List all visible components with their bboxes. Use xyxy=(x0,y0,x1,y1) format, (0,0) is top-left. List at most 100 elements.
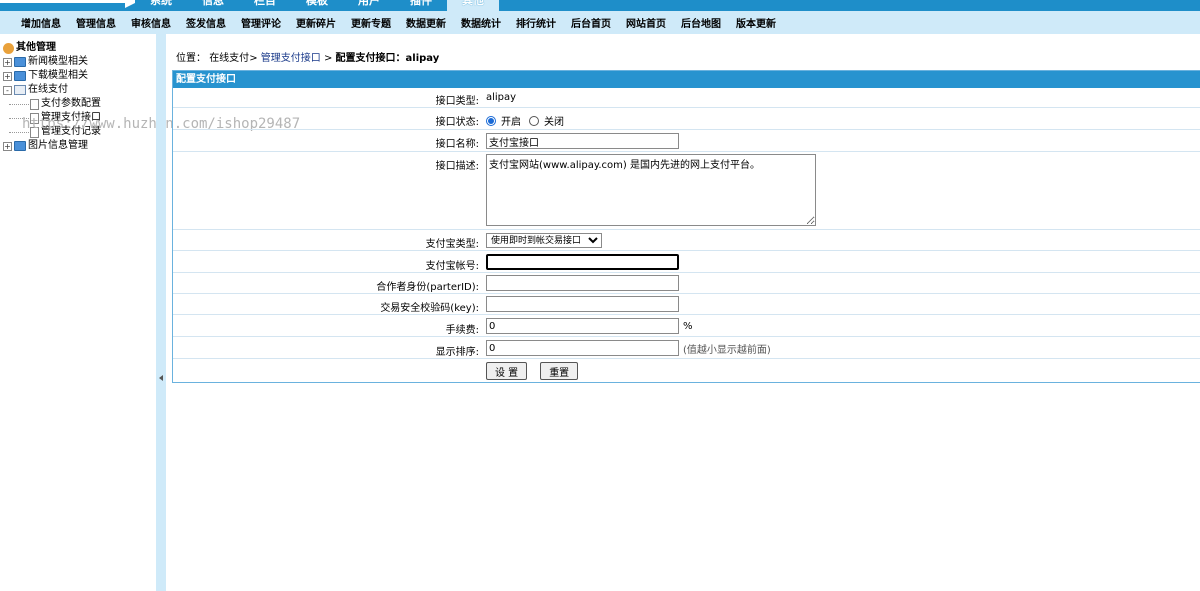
breadcrumb-sep: > xyxy=(323,53,333,64)
breadcrumb-sep: > xyxy=(249,53,258,64)
subnav-manage-comments[interactable]: 管理评论 xyxy=(241,15,281,30)
tree-item-online-payment[interactable]: - 在线支付 xyxy=(3,83,101,97)
breadcrumb-prefix: 位置： xyxy=(176,53,206,64)
display-order-hint: (值越小显示越前面) xyxy=(683,344,771,356)
top-tab-label: 栏目 xyxy=(254,0,276,7)
row-interface-name: 接口名称: xyxy=(173,130,1200,152)
interface-status-label: 接口状态: xyxy=(435,117,479,128)
status-off-label[interactable]: 关闭 xyxy=(544,113,564,128)
row-actions: 设 置 重置 xyxy=(173,359,1200,383)
top-tab-label: 系统 xyxy=(150,0,172,7)
home-icon xyxy=(3,42,14,54)
tree-item-payment-params[interactable]: 支付参数配置 xyxy=(3,97,101,111)
interface-name-input[interactable] xyxy=(486,133,679,149)
top-tab-label: 插件 xyxy=(410,0,432,7)
subnav-admin-map[interactable]: 后台地图 xyxy=(681,15,721,30)
top-tab-label: 其他 xyxy=(462,0,484,7)
collapse-arrow-icon[interactable] xyxy=(159,375,163,381)
breadcrumb-manage-payment-api[interactable]: 管理支付接口 xyxy=(261,53,321,64)
panel-title: 配置支付接口 xyxy=(173,71,1200,88)
tree-item-label: 新闻模型相关 xyxy=(28,56,88,67)
subnav-update-topics[interactable]: 更新专题 xyxy=(351,15,391,30)
tree-item-label: 图片信息管理 xyxy=(28,140,88,151)
top-tab-label: 信息 xyxy=(202,0,224,7)
fee-input[interactable] xyxy=(486,318,679,334)
fee-unit: % xyxy=(683,320,693,332)
tree-root-label: 其他管理 xyxy=(16,42,56,53)
interface-description-textarea[interactable]: 支付宝网站(www.alipay.com) 是国内先进的网上支付平台。 xyxy=(486,154,816,226)
tree-item-label: 支付参数配置 xyxy=(41,98,101,109)
subnav-manage-info[interactable]: 管理信息 xyxy=(76,15,116,30)
top-tab-user[interactable]: 用户 xyxy=(343,0,395,11)
partner-id-input[interactable] xyxy=(486,275,679,291)
top-tab-plugin[interactable]: 插件 xyxy=(395,0,447,11)
subnav-ranking-stats[interactable]: 排行统计 xyxy=(516,15,556,30)
top-tab-other[interactable]: 其他 xyxy=(447,0,499,11)
expand-icon[interactable]: + xyxy=(3,141,12,151)
interface-name-label: 接口名称: xyxy=(435,139,479,150)
folder-icon xyxy=(14,71,26,81)
row-security-key: 交易安全校验码(key): xyxy=(173,294,1200,315)
top-tab-template[interactable]: 模板 xyxy=(291,0,343,11)
interface-type-label: 接口类型: xyxy=(435,96,479,107)
tree-root[interactable]: 其他管理 xyxy=(3,41,101,55)
subnav-site-home[interactable]: 网站首页 xyxy=(626,15,666,30)
breadcrumb-current: 配置支付接口：alipay xyxy=(335,53,440,64)
tree-connector xyxy=(9,103,29,105)
row-interface-description: 接口描述: 支付宝网站(www.alipay.com) 是国内先进的网上支付平台… xyxy=(173,152,1200,230)
row-alipay-type: 支付宝类型: 使用即时到帐交易接口 xyxy=(173,230,1200,251)
reset-button[interactable]: 重置 xyxy=(540,362,579,380)
row-alipay-account: 支付宝帐号: xyxy=(173,251,1200,273)
sidebar-splitter[interactable] xyxy=(156,34,166,591)
top-tab-info[interactable]: 信息 xyxy=(187,0,239,11)
main-content: 位置： 在线支付> 管理支付接口 > 配置支付接口：alipay 配置支付接口 … xyxy=(166,34,1200,591)
logo-arrow-icon xyxy=(125,0,135,8)
subnav-sign-info[interactable]: 签发信息 xyxy=(186,15,226,30)
breadcrumb-online-payment: 在线支付 xyxy=(209,53,250,64)
top-tab-column[interactable]: 栏目 xyxy=(239,0,291,11)
sub-nav: 增加信息 管理信息 审核信息 签发信息 管理评论 更新碎片 更新专题 数据更新 … xyxy=(0,11,1200,34)
tree-item-label: 下载模型相关 xyxy=(28,70,88,81)
alipay-type-select[interactable]: 使用即时到帐交易接口 xyxy=(486,233,602,248)
display-order-input[interactable] xyxy=(486,340,679,356)
tree-item-label: 在线支付 xyxy=(28,84,68,95)
submit-button[interactable]: 设 置 xyxy=(486,362,528,380)
alipay-type-label: 支付宝类型: xyxy=(425,239,479,250)
top-tabs: 系统 信息 栏目 模板 用户 插件 其他 xyxy=(135,0,499,11)
security-key-label: 交易安全校验码(key): xyxy=(380,303,479,314)
collapse-icon[interactable]: - xyxy=(3,85,12,95)
interface-description-label: 接口描述: xyxy=(435,161,479,172)
top-nav-bar: 系统 信息 栏目 模板 用户 插件 其他 xyxy=(0,0,1200,11)
tree-item-news-model[interactable]: + 新闻模型相关 xyxy=(3,55,101,69)
page-icon xyxy=(30,98,39,110)
subnav-data-stats[interactable]: 数据统计 xyxy=(461,15,501,30)
row-display-order: 显示排序: (值越小显示越前面) xyxy=(173,337,1200,359)
subnav-review-info[interactable]: 审核信息 xyxy=(131,15,171,30)
subnav-add-info[interactable]: 增加信息 xyxy=(21,15,61,30)
security-key-input[interactable] xyxy=(486,296,679,312)
fee-label: 手续费: xyxy=(445,325,479,336)
subnav-data-update[interactable]: 数据更新 xyxy=(406,15,446,30)
status-off-radio[interactable] xyxy=(529,115,539,126)
folder-icon xyxy=(14,57,26,67)
tree-item-download-model[interactable]: + 下载模型相关 xyxy=(3,69,101,83)
breadcrumb: 位置： 在线支付> 管理支付接口 > 配置支付接口：alipay xyxy=(176,49,439,64)
sidebar-tree: 其他管理 + 新闻模型相关 + 下载模型相关 - 在线支付 支付参数配置 管理支… xyxy=(3,41,101,153)
subnav-update-fragments[interactable]: 更新碎片 xyxy=(296,15,336,30)
row-interface-status: 接口状态: 开启 关闭 xyxy=(173,108,1200,130)
display-order-label: 显示排序: xyxy=(435,347,479,358)
folder-open-icon xyxy=(14,85,26,95)
status-on-label[interactable]: 开启 xyxy=(501,113,521,128)
expand-icon[interactable]: + xyxy=(3,57,12,67)
top-tab-system[interactable]: 系统 xyxy=(135,0,187,11)
subnav-admin-home[interactable]: 后台首页 xyxy=(571,15,611,30)
row-interface-type: 接口类型: alipay xyxy=(173,88,1200,108)
subnav-version-update[interactable]: 版本更新 xyxy=(736,15,776,30)
alipay-account-input[interactable] xyxy=(486,254,679,270)
logo xyxy=(0,0,135,3)
config-panel: 配置支付接口 接口类型: alipay 接口状态: 开启 关闭 接口名称: 接口… xyxy=(172,70,1200,383)
tree-item-image-info[interactable]: + 图片信息管理 xyxy=(3,139,101,153)
expand-icon[interactable]: + xyxy=(3,71,12,81)
status-on-radio[interactable] xyxy=(486,115,496,126)
interface-type-value: alipay xyxy=(486,92,517,103)
